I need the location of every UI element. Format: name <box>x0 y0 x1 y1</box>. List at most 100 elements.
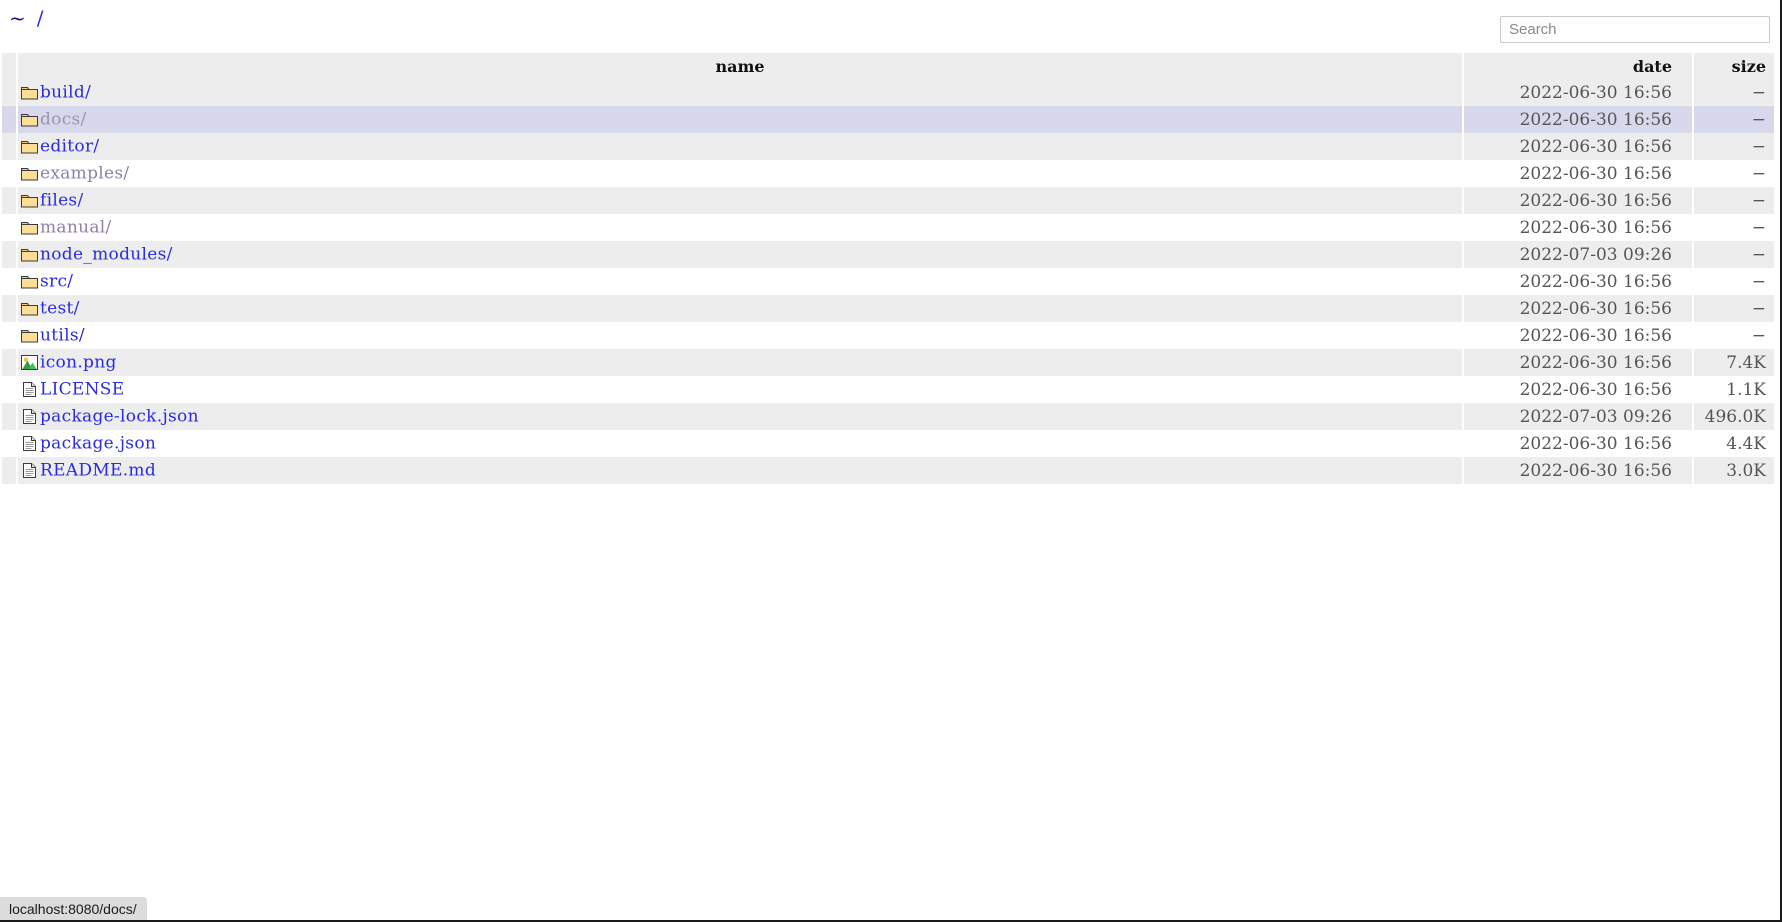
row-name-cell: package-lock.json <box>18 403 1462 430</box>
row-size-cell: 496.0K <box>1694 403 1774 430</box>
row-name-cell: LICENSE <box>18 376 1462 403</box>
row-size-cell: 3.0K <box>1694 457 1774 484</box>
row-name-cell: editor/ <box>18 133 1462 160</box>
row-name-cell: README.md <box>18 457 1462 484</box>
search-container <box>1500 16 1770 43</box>
row-size-cell: − <box>1694 322 1774 349</box>
file-icon <box>20 461 39 480</box>
file-name-link[interactable]: package.json <box>40 434 156 454</box>
table-row[interactable]: test/2022-06-30 16:56− <box>2 295 1774 322</box>
table-row[interactable]: build/2022-06-30 16:56− <box>2 79 1774 106</box>
file-icon <box>20 380 39 399</box>
table-row[interactable]: utils/2022-06-30 16:56− <box>2 322 1774 349</box>
search-input[interactable] <box>1500 16 1770 43</box>
row-icon-cell <box>2 187 16 214</box>
row-date-cell: 2022-06-30 16:56 <box>1464 133 1692 160</box>
folder-icon <box>20 110 39 129</box>
row-date-cell: 2022-06-30 16:56 <box>1464 322 1692 349</box>
row-name-cell: test/ <box>18 295 1462 322</box>
column-header-size[interactable]: size <box>1694 53 1774 79</box>
row-date-cell: 2022-06-30 16:56 <box>1464 268 1692 295</box>
row-icon-cell <box>2 430 16 457</box>
file-icon <box>20 407 39 426</box>
table-row[interactable]: manual/2022-06-30 16:56− <box>2 214 1774 241</box>
table-row[interactable]: package.json 2022-06-30 16:56 4.4K <box>2 430 1774 457</box>
row-size-cell: − <box>1694 241 1774 268</box>
row-name-cell: icon.png <box>18 349 1462 376</box>
directory-listing-page: ~/ name date size build/2022-06-30 16:56… <box>0 0 1782 922</box>
row-name-cell: files/ <box>18 187 1462 214</box>
row-icon-cell <box>2 322 16 349</box>
folder-icon <box>20 245 39 264</box>
file-name-link[interactable]: icon.png <box>40 353 117 373</box>
column-header-date[interactable]: date <box>1464 53 1692 79</box>
row-name-cell: examples/ <box>18 160 1462 187</box>
file-name-link[interactable]: test/ <box>40 299 80 319</box>
column-header-icon <box>2 53 16 79</box>
status-bar-link-preview: localhost:8080/docs/ <box>0 897 147 921</box>
table-row[interactable]: README.md 2022-06-30 16:56 3.0K <box>2 457 1774 484</box>
row-name-cell: src/ <box>18 268 1462 295</box>
file-name-link[interactable]: package-lock.json <box>40 407 199 427</box>
breadcrumb-home-link[interactable]: ~ <box>9 6 27 30</box>
file-name-link[interactable]: editor/ <box>40 137 99 157</box>
table-row[interactable]: package-lock.json 2022-07-03 09:26 496.0K <box>2 403 1774 430</box>
file-name-link[interactable]: utils/ <box>40 326 85 346</box>
table-row[interactable]: docs/2022-06-30 16:56− <box>2 106 1774 133</box>
row-icon-cell <box>2 268 16 295</box>
row-icon-cell <box>2 376 16 403</box>
file-name-link[interactable]: node_modules/ <box>40 245 173 265</box>
file-icon <box>20 434 39 453</box>
row-size-cell: 4.4K <box>1694 430 1774 457</box>
file-name-link[interactable]: files/ <box>40 191 83 211</box>
table-row[interactable]: editor/2022-06-30 16:56− <box>2 133 1774 160</box>
row-size-cell: − <box>1694 268 1774 295</box>
file-name-link[interactable]: docs/ <box>40 110 87 130</box>
table-row[interactable]: examples/2022-06-30 16:56− <box>2 160 1774 187</box>
row-icon-cell <box>2 457 16 484</box>
row-date-cell: 2022-06-30 16:56 <box>1464 430 1692 457</box>
column-header-name[interactable]: name <box>18 53 1462 79</box>
folder-icon <box>20 191 39 210</box>
row-size-cell: 7.4K <box>1694 349 1774 376</box>
folder-icon <box>20 272 39 291</box>
file-name-link[interactable]: build/ <box>40 83 91 103</box>
table-row[interactable]: LICENSE 2022-06-30 16:56 1.1K <box>2 376 1774 403</box>
file-listing: name date size build/2022-06-30 16:56− do… <box>0 53 1774 484</box>
breadcrumb: ~ / <box>9 6 45 30</box>
row-name-cell: docs/ <box>18 106 1462 133</box>
row-name-cell: node_modules/ <box>18 241 1462 268</box>
folder-icon <box>20 299 39 318</box>
folder-icon <box>20 326 39 345</box>
row-date-cell: 2022-06-30 16:56 <box>1464 79 1692 106</box>
row-date-cell: 2022-06-30 16:56 <box>1464 295 1692 322</box>
row-size-cell: − <box>1694 106 1774 133</box>
image-icon <box>20 353 39 372</box>
file-name-link[interactable]: manual/ <box>40 218 112 238</box>
file-name-link[interactable]: LICENSE <box>40 380 124 400</box>
table-row[interactable]: node_modules/2022-07-03 09:26− <box>2 241 1774 268</box>
file-name-link[interactable]: README.md <box>40 461 156 481</box>
table-row[interactable]: src/2022-06-30 16:56− <box>2 268 1774 295</box>
file-name-link[interactable]: examples/ <box>40 164 129 184</box>
breadcrumb-root-link[interactable]: / <box>37 6 45 30</box>
row-size-cell: − <box>1694 295 1774 322</box>
table-row[interactable]: files/2022-06-30 16:56− <box>2 187 1774 214</box>
row-date-cell: 2022-06-30 16:56 <box>1464 160 1692 187</box>
file-name-link[interactable]: src/ <box>40 272 73 292</box>
file-table: name date size build/2022-06-30 16:56− do… <box>0 53 1776 484</box>
table-row[interactable]: icon.png 2022-06-30 16:56 7.4K <box>2 349 1774 376</box>
table-body: build/2022-06-30 16:56− docs/2022-06-30 1… <box>2 79 1774 484</box>
row-name-cell: utils/ <box>18 322 1462 349</box>
row-size-cell: − <box>1694 187 1774 214</box>
row-date-cell: 2022-06-30 16:56 <box>1464 214 1692 241</box>
folder-icon <box>20 164 39 183</box>
row-icon-cell <box>2 214 16 241</box>
table-header: name date size <box>2 53 1774 79</box>
row-icon-cell <box>2 79 16 106</box>
row-size-cell: 1.1K <box>1694 376 1774 403</box>
row-date-cell: 2022-06-30 16:56 <box>1464 187 1692 214</box>
row-size-cell: − <box>1694 79 1774 106</box>
folder-icon <box>20 218 39 237</box>
row-name-cell: package.json <box>18 430 1462 457</box>
